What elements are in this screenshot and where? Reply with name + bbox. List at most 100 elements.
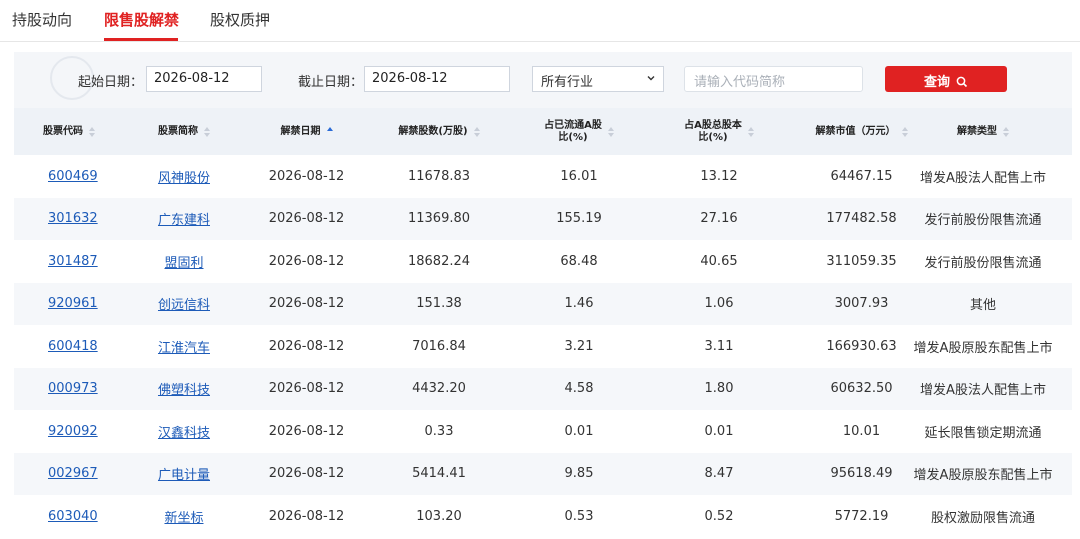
cell-stock-name[interactable]: 风神股份 [124, 155, 244, 198]
cell-float-ratio: 16.01 [560, 168, 598, 184]
cell-unlock-shares: 103.20 [416, 508, 462, 524]
tab-equity-pledge[interactable]: 股权质押 [210, 9, 270, 30]
cell-unlock-type: 发行前股份限售流通 [924, 213, 1042, 229]
header-total-ratio[interactable]: 占A股总股本 比(%) [649, 108, 789, 155]
sort-icon[interactable] [204, 126, 210, 137]
header-label: 解禁日期 [280, 125, 321, 137]
cell-unlock-shares: 151.38 [416, 296, 462, 312]
table-row: 603040 新坐标 2026-08-12 103.20 0.53 0.52 5772.19… [14, 495, 1072, 538]
header-label: 解禁市值（万元） [815, 125, 896, 137]
cell-unlock-shares: 7016.84 [412, 338, 466, 354]
cell-unlock-type: 增发A股法人配售上市 [920, 170, 1046, 186]
header-unlock-shares[interactable]: 解禁股数(万股) [369, 108, 509, 155]
cell-stock-code[interactable]: 301487 [14, 240, 124, 283]
industry-select-value: 所有行业 [541, 75, 594, 90]
header-stock-code[interactable]: 股票代码 [14, 108, 124, 155]
cell-float-ratio: 0.01 [564, 423, 594, 439]
cell-unlock-type: 其他 [969, 298, 996, 314]
cell-total-ratio: 1.80 [704, 381, 734, 397]
cell-stock-name[interactable]: 广电计量 [124, 453, 244, 496]
header-stock-name[interactable]: 股票简称 [124, 108, 244, 155]
cell-stock-code[interactable]: 600418 [14, 325, 124, 368]
sort-icon[interactable] [607, 126, 614, 137]
cell-stock-name[interactable]: 广东建科 [124, 198, 244, 241]
cell-unlock-date: 2026-08-12 [268, 338, 345, 354]
cell-stock-name[interactable]: 佛塑科技 [124, 368, 244, 411]
cell-unlock-date: 2026-08-12 [268, 381, 345, 397]
cell-unlock-date: 2026-08-12 [268, 168, 345, 184]
active-tab-indicator [104, 38, 178, 41]
table-body: 600469 风神股份 2026-08-12 11678.83 16.01 13.12 64… [14, 155, 1072, 538]
tab-holdings-trend[interactable]: 持股动向 [12, 9, 72, 30]
end-date-input[interactable]: 2026-08-12 [364, 66, 510, 92]
cell-total-ratio: 27.16 [700, 211, 738, 227]
table-row: 301487 盟固利 2026-08-12 18682.24 68.48 40.65 311… [14, 240, 1072, 283]
tab-bar: 持股动向 限售股解禁 股权质押 [0, 0, 1080, 42]
cell-total-ratio: 0.01 [704, 423, 734, 439]
cell-float-ratio: 1.46 [564, 296, 594, 312]
sort-icon[interactable] [1003, 126, 1009, 137]
cell-stock-code[interactable]: 301632 [14, 198, 124, 241]
cell-stock-code[interactable]: 600469 [14, 155, 124, 198]
filter-bar: 起始日期： 2026-08-12 截止日期： 2026-08-12 所有行业 请… [14, 52, 1072, 108]
cell-stock-code[interactable]: 000973 [14, 368, 124, 411]
table-row: 920092 汉鑫科技 2026-08-12 0.33 0.01 0.01 10.01 延长限… [14, 410, 1072, 453]
cell-stock-code[interactable]: 920092 [14, 410, 124, 453]
header-label: 解禁股数(万股) [398, 125, 468, 137]
cell-stock-name[interactable]: 创远信科 [124, 283, 244, 326]
header-label: 占已流通A股 比(%) [544, 119, 602, 143]
cell-unlock-type: 延长限售锁定期流通 [924, 425, 1042, 441]
tab-restricted-unlock[interactable]: 限售股解禁 [104, 9, 179, 30]
cell-unlock-shares: 11369.80 [407, 211, 471, 227]
code-search-input[interactable]: 请输入代码简称 [684, 66, 863, 92]
cell-unlock-date: 2026-08-12 [268, 296, 345, 312]
cell-unlock-shares: 5414.41 [412, 466, 466, 482]
start-date-label: 起始日期： [78, 75, 144, 90]
cell-stock-code[interactable]: 920961 [14, 283, 124, 326]
sort-icon[interactable] [473, 126, 480, 137]
cell-unlock-shares: 0.33 [424, 423, 454, 439]
table-row: 000973 佛塑科技 2026-08-12 4432.20 4.58 1.80 60632… [14, 367, 1072, 411]
end-date-label: 截止日期： [298, 75, 364, 90]
cell-unlock-type: 发行前股份限售流通 [924, 255, 1042, 271]
cell-stock-name[interactable]: 新坐标 [124, 495, 244, 538]
query-button-label: 查询 [923, 75, 950, 90]
cell-unlock-date: 2026-08-12 [268, 423, 345, 439]
table-header: 股票代码 股票简称 解禁日期 解禁股数(万股) 占已流通A股 比(%) 占A股总股本 比(%)… [14, 108, 1072, 155]
header-label: 占A股总股本 比(%) [684, 119, 742, 143]
cell-stock-code[interactable]: 002967 [14, 453, 124, 496]
cell-unlock-date: 2026-08-12 [268, 466, 345, 482]
cell-float-ratio: 3.21 [564, 338, 594, 354]
cell-total-ratio: 3.11 [704, 338, 734, 354]
cell-float-ratio: 155.19 [556, 211, 602, 227]
header-label: 股票代码 [43, 125, 83, 137]
header-unlock-type[interactable]: 解禁类型 [894, 108, 1072, 155]
header-unlock-date[interactable]: 解禁日期 [244, 108, 369, 155]
table-row: 600418 江淮汽车 2026-08-12 7016.84 3.21 3.11 16693… [14, 325, 1072, 368]
table-row: 920961 创远信科 2026-08-12 151.38 1.46 1.06 3007.9… [14, 282, 1072, 326]
sort-icon[interactable] [89, 126, 95, 137]
cell-stock-name[interactable]: 江淮汽车 [124, 325, 244, 368]
cell-total-ratio: 13.12 [700, 168, 738, 184]
cell-unlock-date: 2026-08-12 [268, 253, 345, 269]
cell-float-ratio: 9.85 [564, 466, 594, 482]
sort-icon[interactable] [326, 126, 333, 137]
query-button[interactable]: 查询 [885, 66, 1007, 92]
industry-select[interactable]: 所有行业 [532, 66, 664, 92]
header-label: 股票简称 [158, 125, 198, 137]
cell-stock-name[interactable]: 汉鑫科技 [124, 410, 244, 453]
cell-stock-code[interactable]: 603040 [14, 495, 124, 538]
cell-total-ratio: 1.06 [704, 296, 734, 312]
chevron-down-icon [647, 76, 655, 81]
start-date-input[interactable]: 2026-08-12 [146, 66, 262, 92]
table-row: 600469 风神股份 2026-08-12 11678.83 16.01 13.12 64… [14, 155, 1072, 198]
cell-stock-name[interactable]: 盟固利 [124, 240, 244, 283]
sort-icon[interactable] [747, 126, 754, 137]
cell-unlock-shares: 18682.24 [407, 253, 471, 269]
header-float-ratio[interactable]: 占已流通A股 比(%) [509, 108, 649, 155]
cell-total-ratio: 8.47 [704, 466, 734, 482]
search-icon [956, 76, 968, 88]
cell-unlock-shares: 11678.83 [407, 168, 471, 184]
cell-total-ratio: 40.65 [700, 253, 738, 269]
cell-float-ratio: 68.48 [560, 253, 598, 269]
